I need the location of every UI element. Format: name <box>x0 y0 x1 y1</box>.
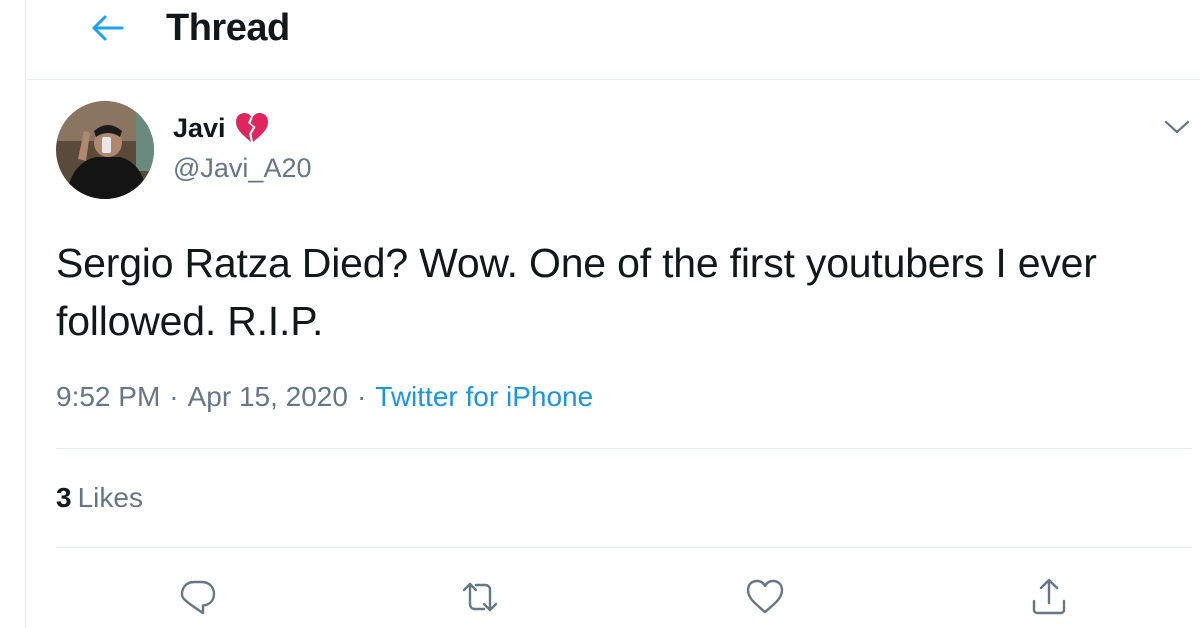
tweet-text: Sergio Ratza Died? Wow. One of the first… <box>56 240 1097 344</box>
back-button[interactable] <box>86 8 130 48</box>
avatar[interactable] <box>56 101 154 199</box>
column-border <box>25 0 26 628</box>
broken-heart-icon <box>235 113 268 142</box>
meta-separator: · <box>169 381 179 412</box>
chevron-down-icon <box>1164 120 1190 134</box>
more-options-button[interactable] <box>1160 110 1194 144</box>
thread-header: Thread <box>26 0 1200 80</box>
thread-page: Thread Javi @Javi_A20 Sergio Ratza Died?… <box>0 0 1200 628</box>
like-icon <box>746 579 784 614</box>
tweet-source-link[interactable]: Twitter for iPhone <box>375 381 593 413</box>
tweet-time[interactable]: 9:52 PM <box>56 381 160 413</box>
reply-button[interactable] <box>175 574 221 620</box>
page-title: Thread <box>166 7 290 49</box>
meta-separator: · <box>356 381 367 412</box>
user-handle[interactable]: @Javi_A20 <box>173 153 311 184</box>
divider <box>56 448 1192 449</box>
author-name-row[interactable]: Javi <box>173 111 270 145</box>
retweet-icon <box>462 582 498 612</box>
share-icon <box>1032 578 1066 615</box>
divider <box>56 547 1192 548</box>
reply-icon <box>180 580 216 615</box>
back-arrow-icon <box>92 15 124 41</box>
likes-stat[interactable]: 3 Likes <box>56 482 143 514</box>
avatar-photo <box>56 101 154 199</box>
likes-count: 3 <box>56 482 72 513</box>
like-button[interactable] <box>742 574 788 620</box>
tweet-date[interactable]: Apr 15, 2020 <box>188 381 348 413</box>
share-button[interactable] <box>1026 574 1072 620</box>
likes-label: Likes <box>77 482 143 513</box>
tweet-meta: 9:52 PM · Apr 15, 2020 · Twitter for iPh… <box>56 381 593 413</box>
display-name: Javi <box>173 112 226 143</box>
retweet-button[interactable] <box>457 574 503 620</box>
